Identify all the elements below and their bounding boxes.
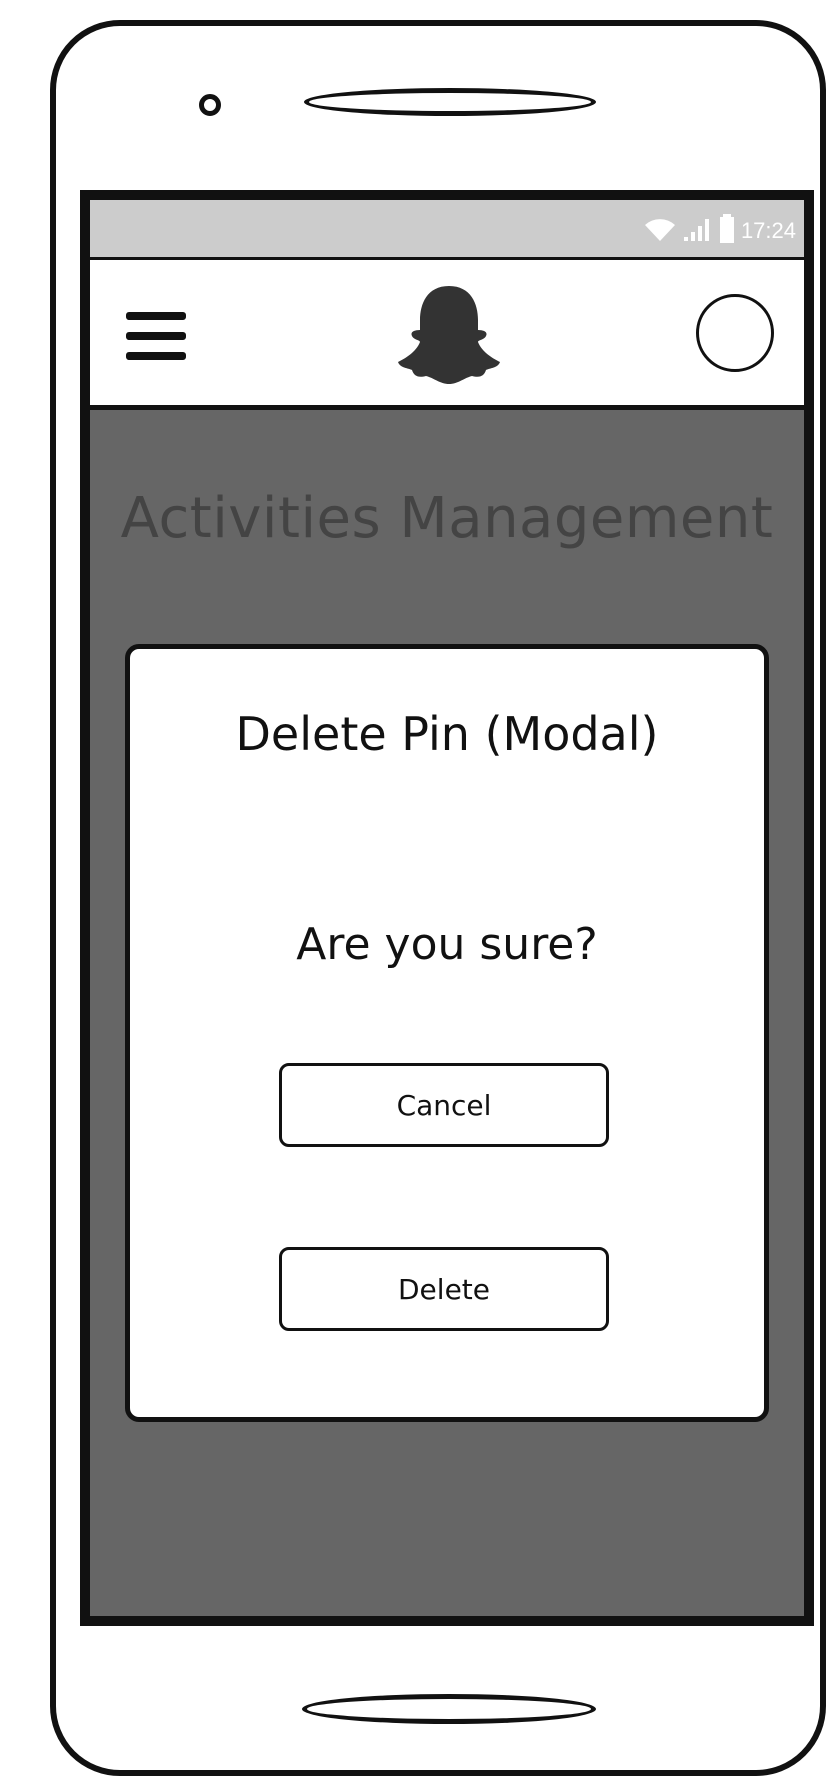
bottom-speaker bbox=[302, 1694, 596, 1724]
cancel-button[interactable]: Cancel bbox=[279, 1063, 609, 1147]
modal-question: Are you sure? bbox=[296, 919, 598, 970]
profile-circle-icon[interactable] bbox=[696, 294, 774, 372]
delete-pin-modal: Delete Pin (Modal) Are you sure? Cancel … bbox=[125, 644, 769, 1422]
ghost-logo-icon bbox=[396, 282, 502, 386]
app-bar bbox=[90, 260, 804, 410]
battery-icon bbox=[719, 214, 735, 248]
hamburger-menu-icon[interactable] bbox=[126, 306, 186, 366]
page-title: Activities Management bbox=[120, 486, 774, 551]
status-icons: 17:24 bbox=[643, 214, 796, 248]
signal-icon bbox=[683, 215, 713, 247]
top-speaker bbox=[304, 88, 596, 116]
wifi-icon bbox=[643, 215, 677, 247]
modal-title: Delete Pin (Modal) bbox=[235, 707, 659, 761]
phone-mockup: 17:24 Activities Management Delete Pin (… bbox=[0, 0, 836, 1787]
status-bar: 17:24 bbox=[90, 200, 804, 260]
delete-button[interactable]: Delete bbox=[279, 1247, 609, 1331]
phone-screen: 17:24 Activities Management Delete Pin (… bbox=[80, 190, 814, 1626]
front-camera bbox=[199, 94, 221, 116]
status-time: 17:24 bbox=[740, 218, 796, 243]
